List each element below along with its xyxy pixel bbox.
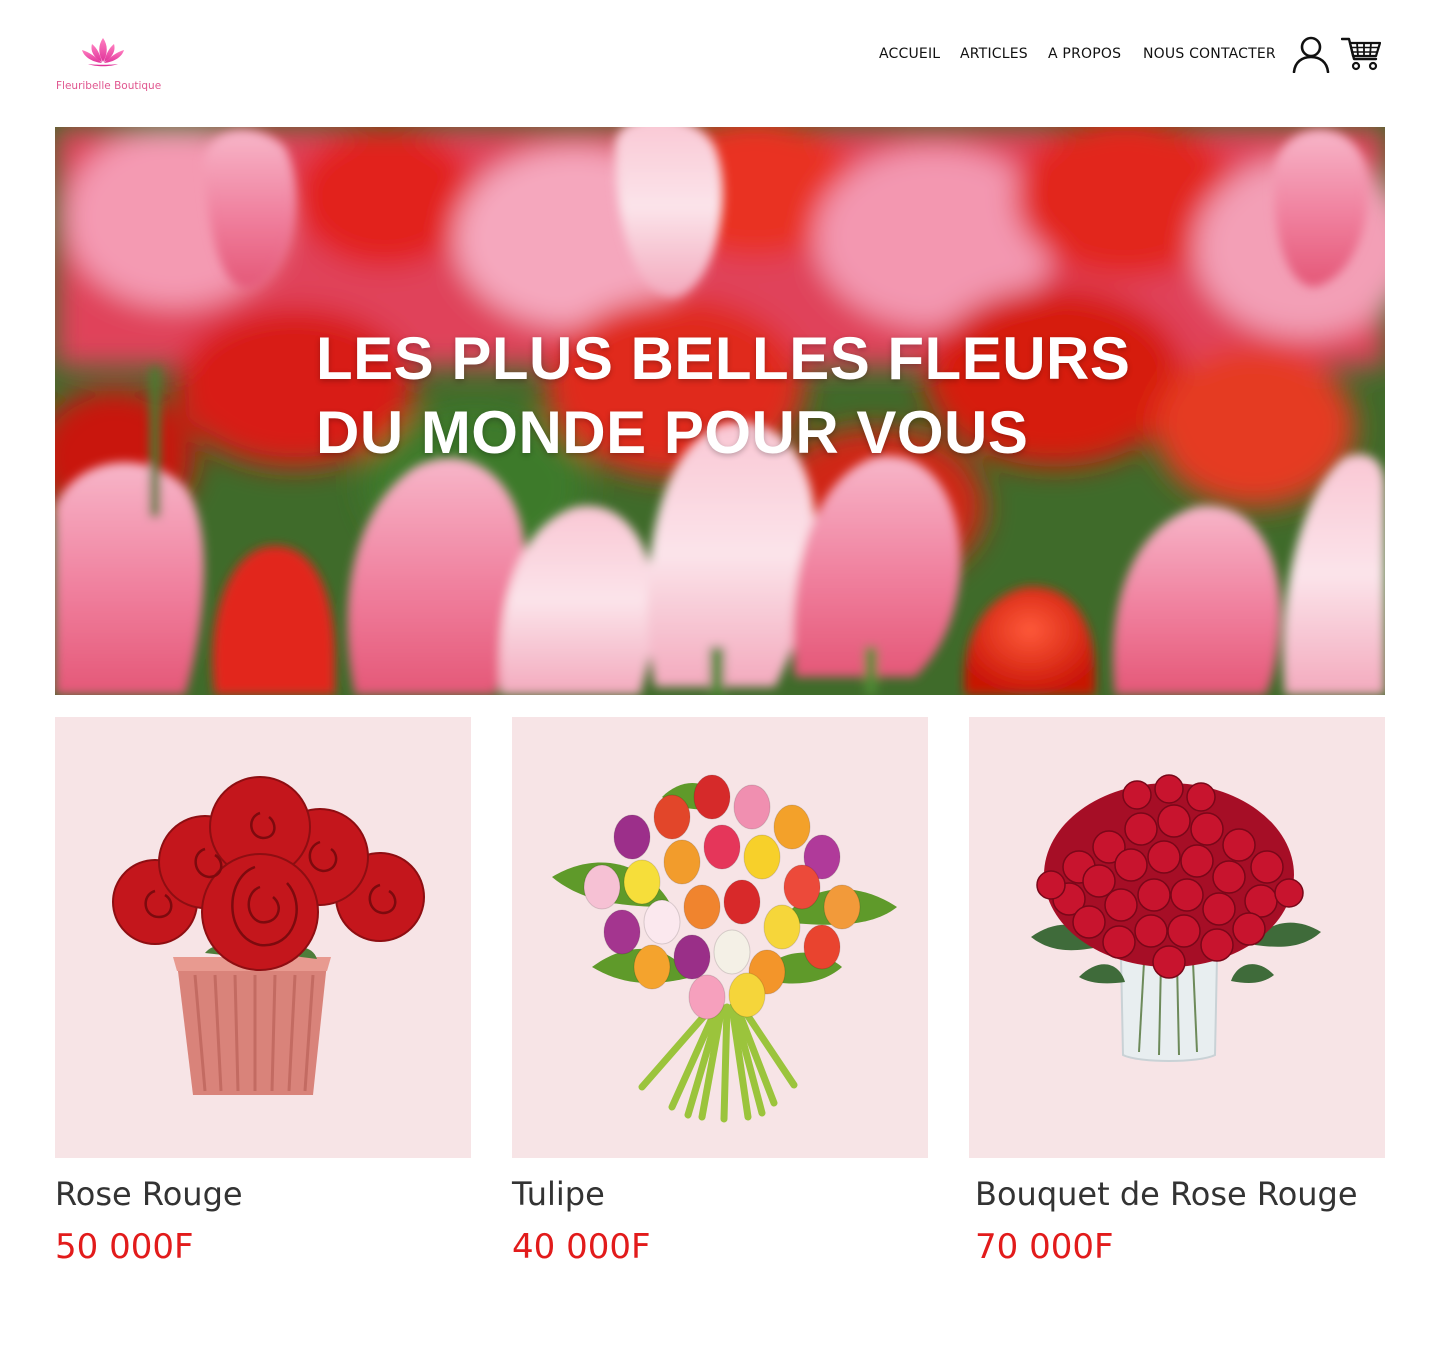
product-image[interactable] (55, 717, 471, 1158)
product-card-rose-rouge[interactable]: Rose Rouge 50 000F (55, 717, 471, 1277)
hero-title: LES PLUS BELLES FLEURS DU MONDE POUR VOU… (316, 322, 1216, 470)
product-image[interactable] (969, 717, 1385, 1158)
hero-title-line-2: DU MONDE POUR VOUS (316, 399, 1029, 466)
nav-item-accueil[interactable]: ACCUEIL (879, 46, 940, 62)
lotus-icon (82, 38, 124, 67)
nav-item-a-propos[interactable]: A PROPOS (1048, 46, 1121, 62)
product-price: 50 000F (55, 1227, 194, 1267)
product-name[interactable]: Bouquet de Rose Rouge (975, 1175, 1358, 1213)
nav-item-articles[interactable]: ARTICLES (960, 46, 1028, 62)
product-price: 40 000F (512, 1227, 651, 1267)
product-price: 70 000F (975, 1227, 1114, 1267)
product-image[interactable] (512, 717, 928, 1158)
hero-title-line-1: LES PLUS BELLES FLEURS (316, 325, 1131, 392)
tulip-bouquet-image (552, 774, 897, 1123)
red-rose-bouquet-vase-image (1031, 774, 1321, 1062)
brand-name: Fleuribelle Boutique (56, 80, 162, 92)
hero-banner: LES PLUS BELLES FLEURS DU MONDE POUR VOU… (55, 127, 1385, 695)
red-roses-in-pot-image (112, 776, 425, 1095)
nav-item-nous-contacter[interactable]: NOUS CONTACTER (1143, 46, 1276, 62)
product-name[interactable]: Tulipe (512, 1175, 605, 1213)
product-card-bouquet-de-rose-rouge[interactable]: Bouquet de Rose Rouge 70 000F (969, 717, 1385, 1277)
user-icon[interactable] (1292, 35, 1330, 73)
cart-icon[interactable] (1341, 35, 1381, 71)
product-card-tulipe[interactable]: Tulipe 40 000F (512, 717, 928, 1277)
brand-logo[interactable]: Fleuribelle Boutique (56, 36, 161, 96)
product-name[interactable]: Rose Rouge (55, 1175, 243, 1213)
site-header: Fleuribelle Boutique ACCUEIL ARTICLES A … (0, 0, 1440, 110)
